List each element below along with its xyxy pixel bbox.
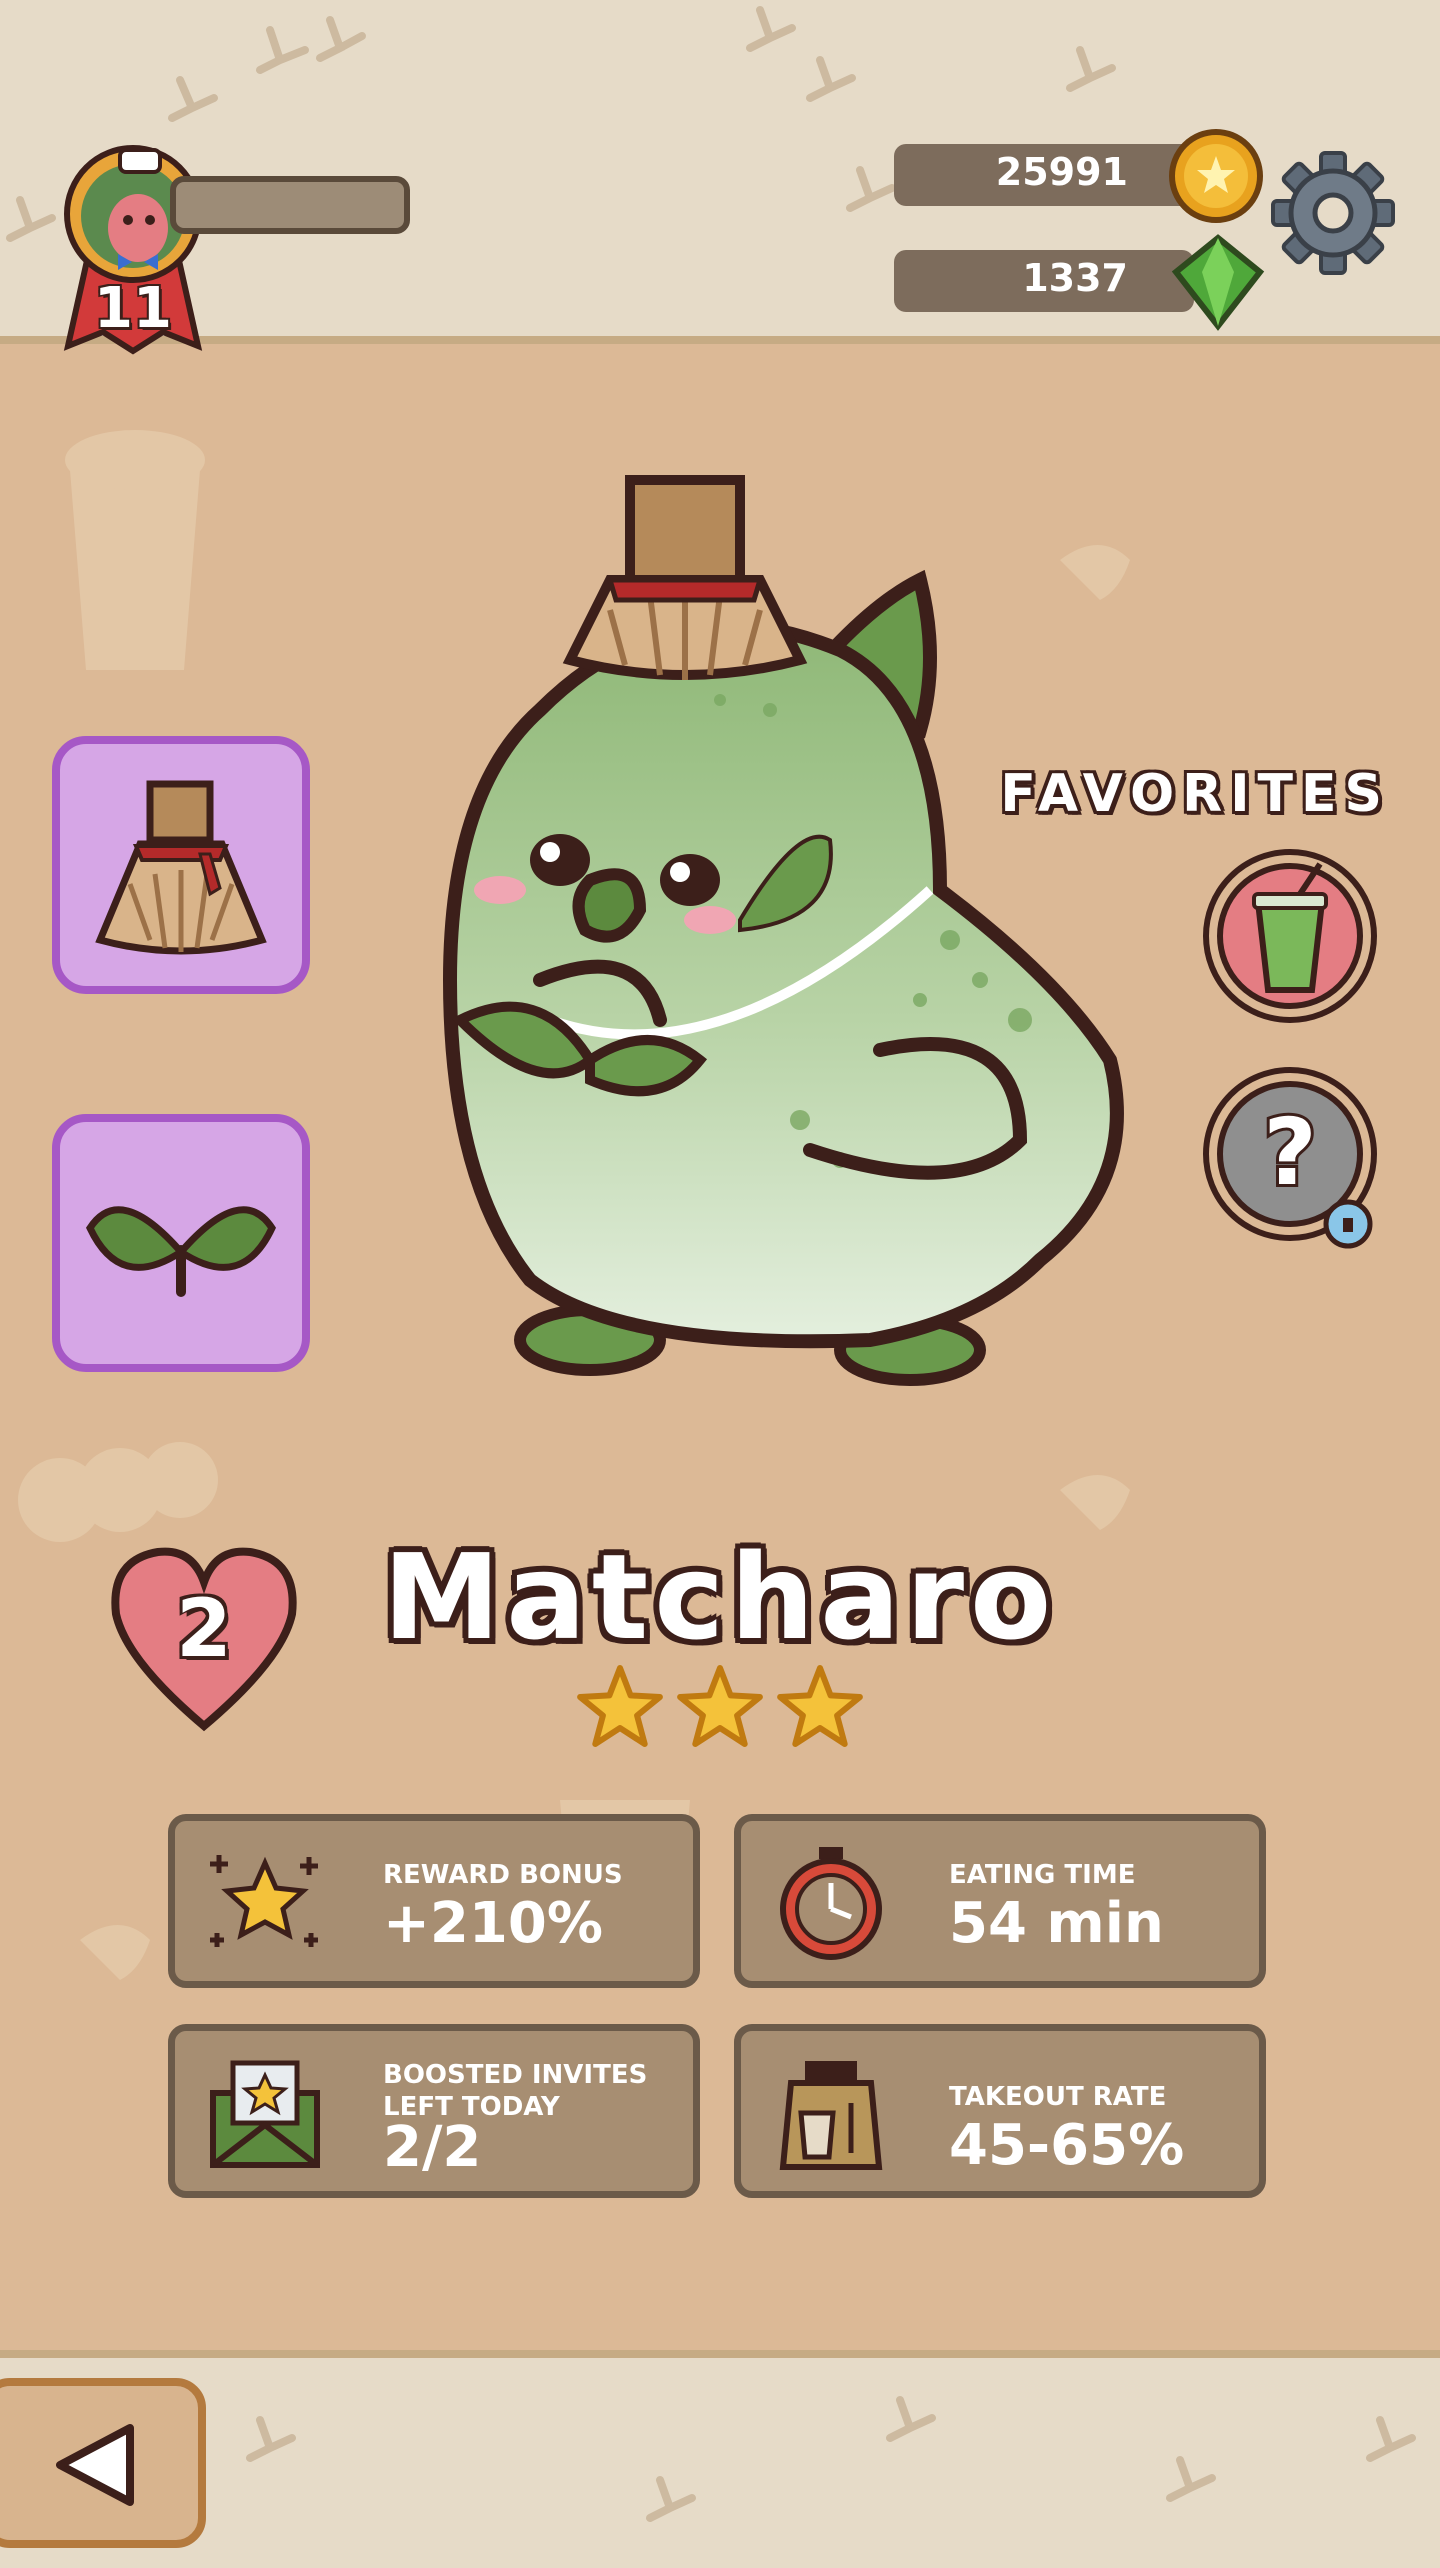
star-icon <box>777 1665 863 1747</box>
question-mark: ? <box>1263 1099 1316 1206</box>
stat-value: 54 min <box>949 1891 1164 1956</box>
rating-stars <box>577 1665 863 1747</box>
gold-coin-icon <box>1169 129 1263 223</box>
item-slot-hat[interactable] <box>52 736 310 994</box>
stat-label: REWARD BONUS <box>383 1860 623 1890</box>
gear-icon[interactable] <box>1268 148 1398 278</box>
gem-counter[interactable]: 1337 <box>894 250 1194 312</box>
stopwatch-icon <box>780 1847 882 1960</box>
xp-progress-bar <box>170 176 410 234</box>
back-button[interactable] <box>0 2378 206 2548</box>
character-name: Matcharo <box>382 1528 1058 1666</box>
stat-label: EATING TIME <box>949 1860 1136 1890</box>
item-slot-accessory[interactable] <box>52 1114 310 1372</box>
stat-boosted-invites: BOOSTED INVITES LEFT TODAY 2/2 <box>168 2024 700 2198</box>
takeout-bag-icon <box>779 2061 883 2170</box>
coin-counter[interactable]: 25991 <box>894 144 1194 206</box>
stat-value: 2/2 <box>383 2115 482 2180</box>
matcha-drink-icon <box>1203 849 1377 1023</box>
coin-amount: 25991 <box>995 150 1128 194</box>
stat-label-line1: BOOSTED INVITES <box>383 2060 648 2090</box>
star-icon <box>677 1665 763 1747</box>
stat-takeout-rate: TAKEOUT RATE 45-65% <box>734 2024 1266 2198</box>
star-icon <box>577 1665 663 1747</box>
heart-count: 2 <box>176 1582 232 1675</box>
stat-value: +210% <box>383 1891 603 1956</box>
matcha-whisk-hat-icon <box>95 780 267 955</box>
gem-amount: 1337 <box>1022 256 1128 300</box>
favorite-slot-2-locked[interactable]: ? <box>1200 1058 1380 1258</box>
stat-eating-time: EATING TIME 54 min <box>734 1814 1266 1988</box>
stat-reward-bonus: REWARD BONUS +210% <box>168 1814 700 1988</box>
back-arrow-icon <box>56 2424 134 2506</box>
player-level-badge[interactable]: 11 <box>58 136 208 366</box>
star-sparkle-icon <box>210 1855 318 1947</box>
character-matcharo <box>442 475 1124 1386</box>
envelope-star-icon <box>210 2060 320 2168</box>
favorite-slot-1[interactable] <box>1200 840 1380 1040</box>
green-gem-icon <box>1171 234 1265 331</box>
heart-level: 2 <box>106 1540 302 1736</box>
player-level: 11 <box>94 276 172 341</box>
stat-label: BOOSTED INVITES LEFT TODAY <box>383 2059 683 2123</box>
favorites-label: FAVORITES <box>1000 764 1390 824</box>
locked-question-icon: ? <box>1203 1067 1377 1249</box>
stat-label: TAKEOUT RATE <box>949 2082 1167 2112</box>
stat-value: 45-65% <box>949 2113 1185 2178</box>
leaf-sprout-icon <box>86 1206 276 1297</box>
